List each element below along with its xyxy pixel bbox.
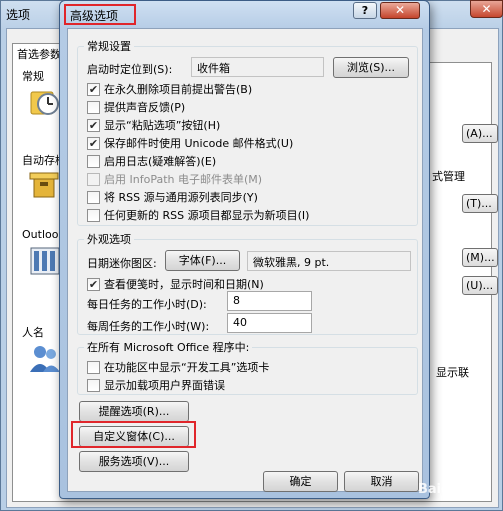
sound-feedback-checkbox[interactable] (87, 100, 100, 114)
general-settings-icon (28, 86, 62, 120)
autoarchive-icon (28, 168, 62, 202)
parent-option-button-a[interactable]: (A)... (462, 124, 498, 143)
sound-feedback-label: 提供声音反馈(P) (104, 101, 186, 114)
daily-hours-input[interactable]: 8 (227, 291, 312, 311)
option-rss-sync[interactable]: 将 RSS 源与通用源列表同步(Y) (87, 189, 258, 205)
parent-window-title: 选项 (6, 8, 31, 22)
general-settings-legend: 常规设置 (87, 40, 131, 53)
ok-button[interactable]: 确定 (263, 471, 338, 492)
show-addin-errors-checkbox[interactable] (87, 378, 100, 392)
option-show-addin-errors[interactable]: 显示加载项用户界面错误 (87, 377, 225, 393)
parent-close-button[interactable]: ✕ (470, 0, 503, 18)
paste-options-label: 显示“粘贴选项”按钮(H) (104, 119, 221, 132)
startup-folder-field: 收件箱 (191, 57, 324, 77)
section-names-label: 人名 (22, 326, 44, 339)
parent-option-button-u[interactable]: (U)... (462, 276, 498, 295)
option-sound-feedback[interactable]: 提供声音反馈(P) (87, 99, 185, 115)
show-addin-errors-label: 显示加载项用户界面错误 (104, 379, 225, 392)
unicode-format-checkbox[interactable]: ✔ (87, 136, 100, 150)
people-icon (28, 342, 62, 376)
reminder-options-button[interactable]: 提醒选项(R)... (79, 401, 189, 422)
infopath-forms-label: 启用 InfoPath 电子邮件表单(M) (104, 173, 263, 186)
option-paste-options[interactable]: ✔ 显示“粘贴选项”按钮(H) (87, 117, 220, 133)
font-preview-field: 微软雅黑, 9 pt. (247, 251, 411, 271)
section-general-label: 常规 (22, 70, 44, 83)
warn-before-delete-checkbox[interactable]: ✔ (87, 82, 100, 96)
unicode-format-label: 保存邮件时使用 Unicode 邮件格式(U) (104, 137, 294, 150)
parent-option-button-t[interactable]: (T)... (462, 194, 498, 213)
show-developer-tab-checkbox[interactable] (87, 360, 100, 374)
show-note-datetime-label: 查看便笺时，显示时间和日期(N) (104, 278, 264, 291)
option-warn-before-delete[interactable]: ✔ 在永久删除项目前提出警告(B) (87, 81, 252, 97)
infopath-forms-checkbox (87, 172, 100, 186)
help-button[interactable]: ? (353, 2, 377, 19)
font-button[interactable]: 字体(F)... (165, 250, 240, 271)
browse-button[interactable]: 浏览(S)... (333, 57, 409, 78)
office-programs-legend: 在所有 Microsoft Office 程序中: (87, 341, 250, 354)
appearance-options-legend: 外观选项 (87, 233, 131, 246)
enable-logging-checkbox[interactable] (87, 154, 100, 168)
daily-hours-label: 每日任务的工作小时(D): (87, 298, 207, 311)
service-options-button[interactable]: 服务选项(V)... (79, 451, 189, 472)
rss-sync-checkbox[interactable] (87, 190, 100, 204)
option-infopath-forms: 启用 InfoPath 电子邮件表单(M) (87, 171, 262, 187)
warn-before-delete-label: 在永久删除项目前提出警告(B) (104, 83, 253, 96)
option-show-developer-tab[interactable]: 在功能区中显示“开发工具”选项卡 (87, 359, 269, 375)
enable-logging-label: 启用日志(疑难解答)(E) (104, 155, 217, 168)
rss-updated-new-label: 任何更新的 RSS 源项目都显示为新项目(I) (104, 209, 310, 222)
dialog-title: 高级选项 (64, 4, 136, 25)
close-button[interactable]: ✕ (380, 2, 420, 19)
show-contacts-text: 显示联 (436, 366, 469, 379)
startup-folder-label: 启动时定位到(S): (87, 63, 173, 76)
rss-updated-new-checkbox[interactable] (87, 208, 100, 222)
rss-sync-label: 将 RSS 源与通用源列表同步(Y) (104, 191, 258, 204)
custom-forms-highlight (71, 421, 196, 448)
paste-options-checkbox[interactable]: ✔ (87, 118, 100, 132)
option-unicode-format[interactable]: ✔ 保存邮件时使用 Unicode 邮件格式(U) (87, 135, 293, 151)
show-note-datetime-checkbox[interactable]: ✔ (87, 277, 100, 291)
archive-management-text: 式管理 (432, 170, 465, 183)
outlook-panes-icon (28, 244, 62, 278)
option-show-note-datetime[interactable]: ✔ 查看便笺时，显示时间和日期(N) (87, 276, 264, 292)
option-rss-updated-new[interactable]: 任何更新的 RSS 源项目都显示为新项目(I) (87, 207, 309, 223)
cancel-button[interactable]: 取消 (344, 471, 419, 492)
show-developer-tab-label: 在功能区中显示“开发工具”选项卡 (104, 361, 270, 374)
option-enable-logging[interactable]: 启用日志(疑难解答)(E) (87, 153, 216, 169)
baidu-jingyan-watermark: Baidu 经验 (418, 482, 491, 497)
date-navigator-label: 日期迷你图区: (87, 257, 157, 270)
parent-option-button-m[interactable]: (M)... (462, 248, 498, 267)
weekly-hours-label: 每周任务的工作小时(W): (87, 320, 210, 333)
weekly-hours-input[interactable]: 40 (227, 313, 312, 333)
